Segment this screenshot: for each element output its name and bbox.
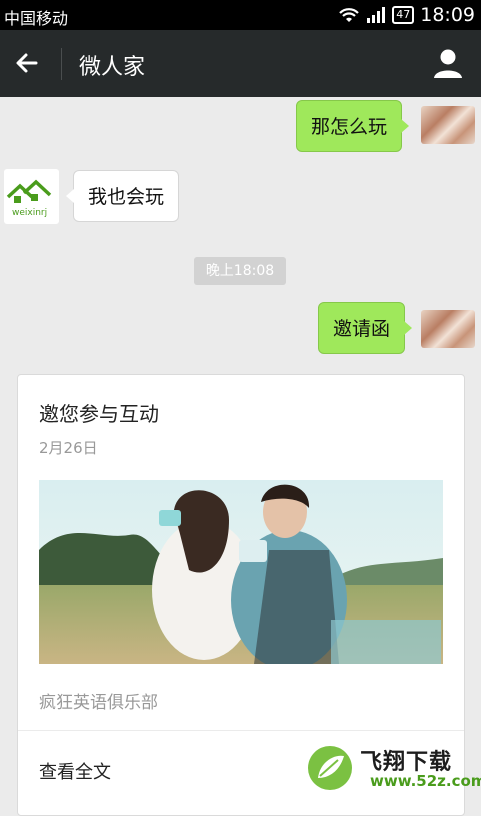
couple-photo xyxy=(39,480,443,664)
my-avatar[interactable] xyxy=(421,106,475,144)
back-button[interactable] xyxy=(10,46,44,80)
wifi-icon xyxy=(339,8,360,22)
read-more-link[interactable]: 查看全文 xyxy=(39,758,111,784)
leaf-logo-icon xyxy=(308,746,352,790)
article-title: 邀您参与互动 xyxy=(39,402,159,426)
battery-icon: 47 xyxy=(392,6,415,24)
message-timestamp: 晚上18:08 xyxy=(194,257,286,285)
chat-title: 微人家 xyxy=(79,55,146,80)
card-divider xyxy=(18,730,464,731)
house-logo-icon: weixinrj xyxy=(6,179,52,218)
incoming-message[interactable]: 我也会玩 xyxy=(65,170,180,222)
my-avatar[interactable] xyxy=(421,310,475,348)
article-cover-image[interactable] xyxy=(39,480,443,664)
title-divider xyxy=(61,48,62,80)
site-watermark: 飞翔下载 www.52z.com xyxy=(306,744,481,794)
outgoing-message[interactable]: 邀请函 xyxy=(318,302,413,354)
chat-area[interactable]: 那怎么玩 weixinrj 我也会玩 晚上18:08 邀请函 邀您参与互动 2月… xyxy=(0,97,481,816)
status-time: 18:09 xyxy=(420,4,475,26)
status-icons: 47 18:09 xyxy=(338,4,475,26)
carrier-name: 中国移动 xyxy=(4,9,69,28)
contact-avatar[interactable]: weixinrj xyxy=(4,169,59,224)
status-bar: 中国移动 47 18:09 xyxy=(0,0,481,30)
logo-text: weixinrj xyxy=(12,208,47,218)
outgoing-message[interactable]: 那怎么玩 xyxy=(296,100,410,152)
signal-icon xyxy=(367,7,386,23)
article-source: 疯狂英语俱乐部 xyxy=(39,693,158,713)
title-bar: 微人家 xyxy=(0,30,481,97)
watermark-url: www.52z.com xyxy=(370,772,481,790)
back-arrow-icon xyxy=(16,53,38,73)
article-date: 2月26日 xyxy=(39,439,98,457)
profile-button[interactable] xyxy=(431,46,465,80)
profile-icon xyxy=(434,49,462,78)
